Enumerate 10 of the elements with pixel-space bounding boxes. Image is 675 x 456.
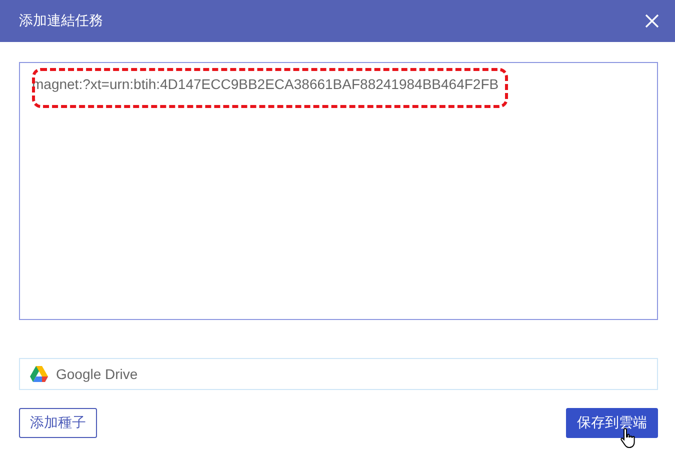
window-title: 添加連結任務 <box>19 12 103 30</box>
link-input-field[interactable]: magnet:?xt=urn:btih:4D147ECC9BB2ECA38661BAF88241984BB464F2FB <box>19 62 658 320</box>
destination-field[interactable]: Google Drive <box>19 358 658 390</box>
close-button[interactable] <box>643 12 661 30</box>
save-button[interactable]: 保存到雲端 <box>566 408 658 438</box>
link-text: magnet:?xt=urn:btih:4D147ECC9BB2ECA38661BAF88241984BB464F2FB <box>32 76 499 92</box>
add-torrent-button[interactable]: 添加種子 <box>19 408 97 438</box>
destination-label: Google Drive <box>56 366 138 382</box>
hand-cursor-icon <box>620 427 638 449</box>
drive-icon <box>30 366 48 382</box>
